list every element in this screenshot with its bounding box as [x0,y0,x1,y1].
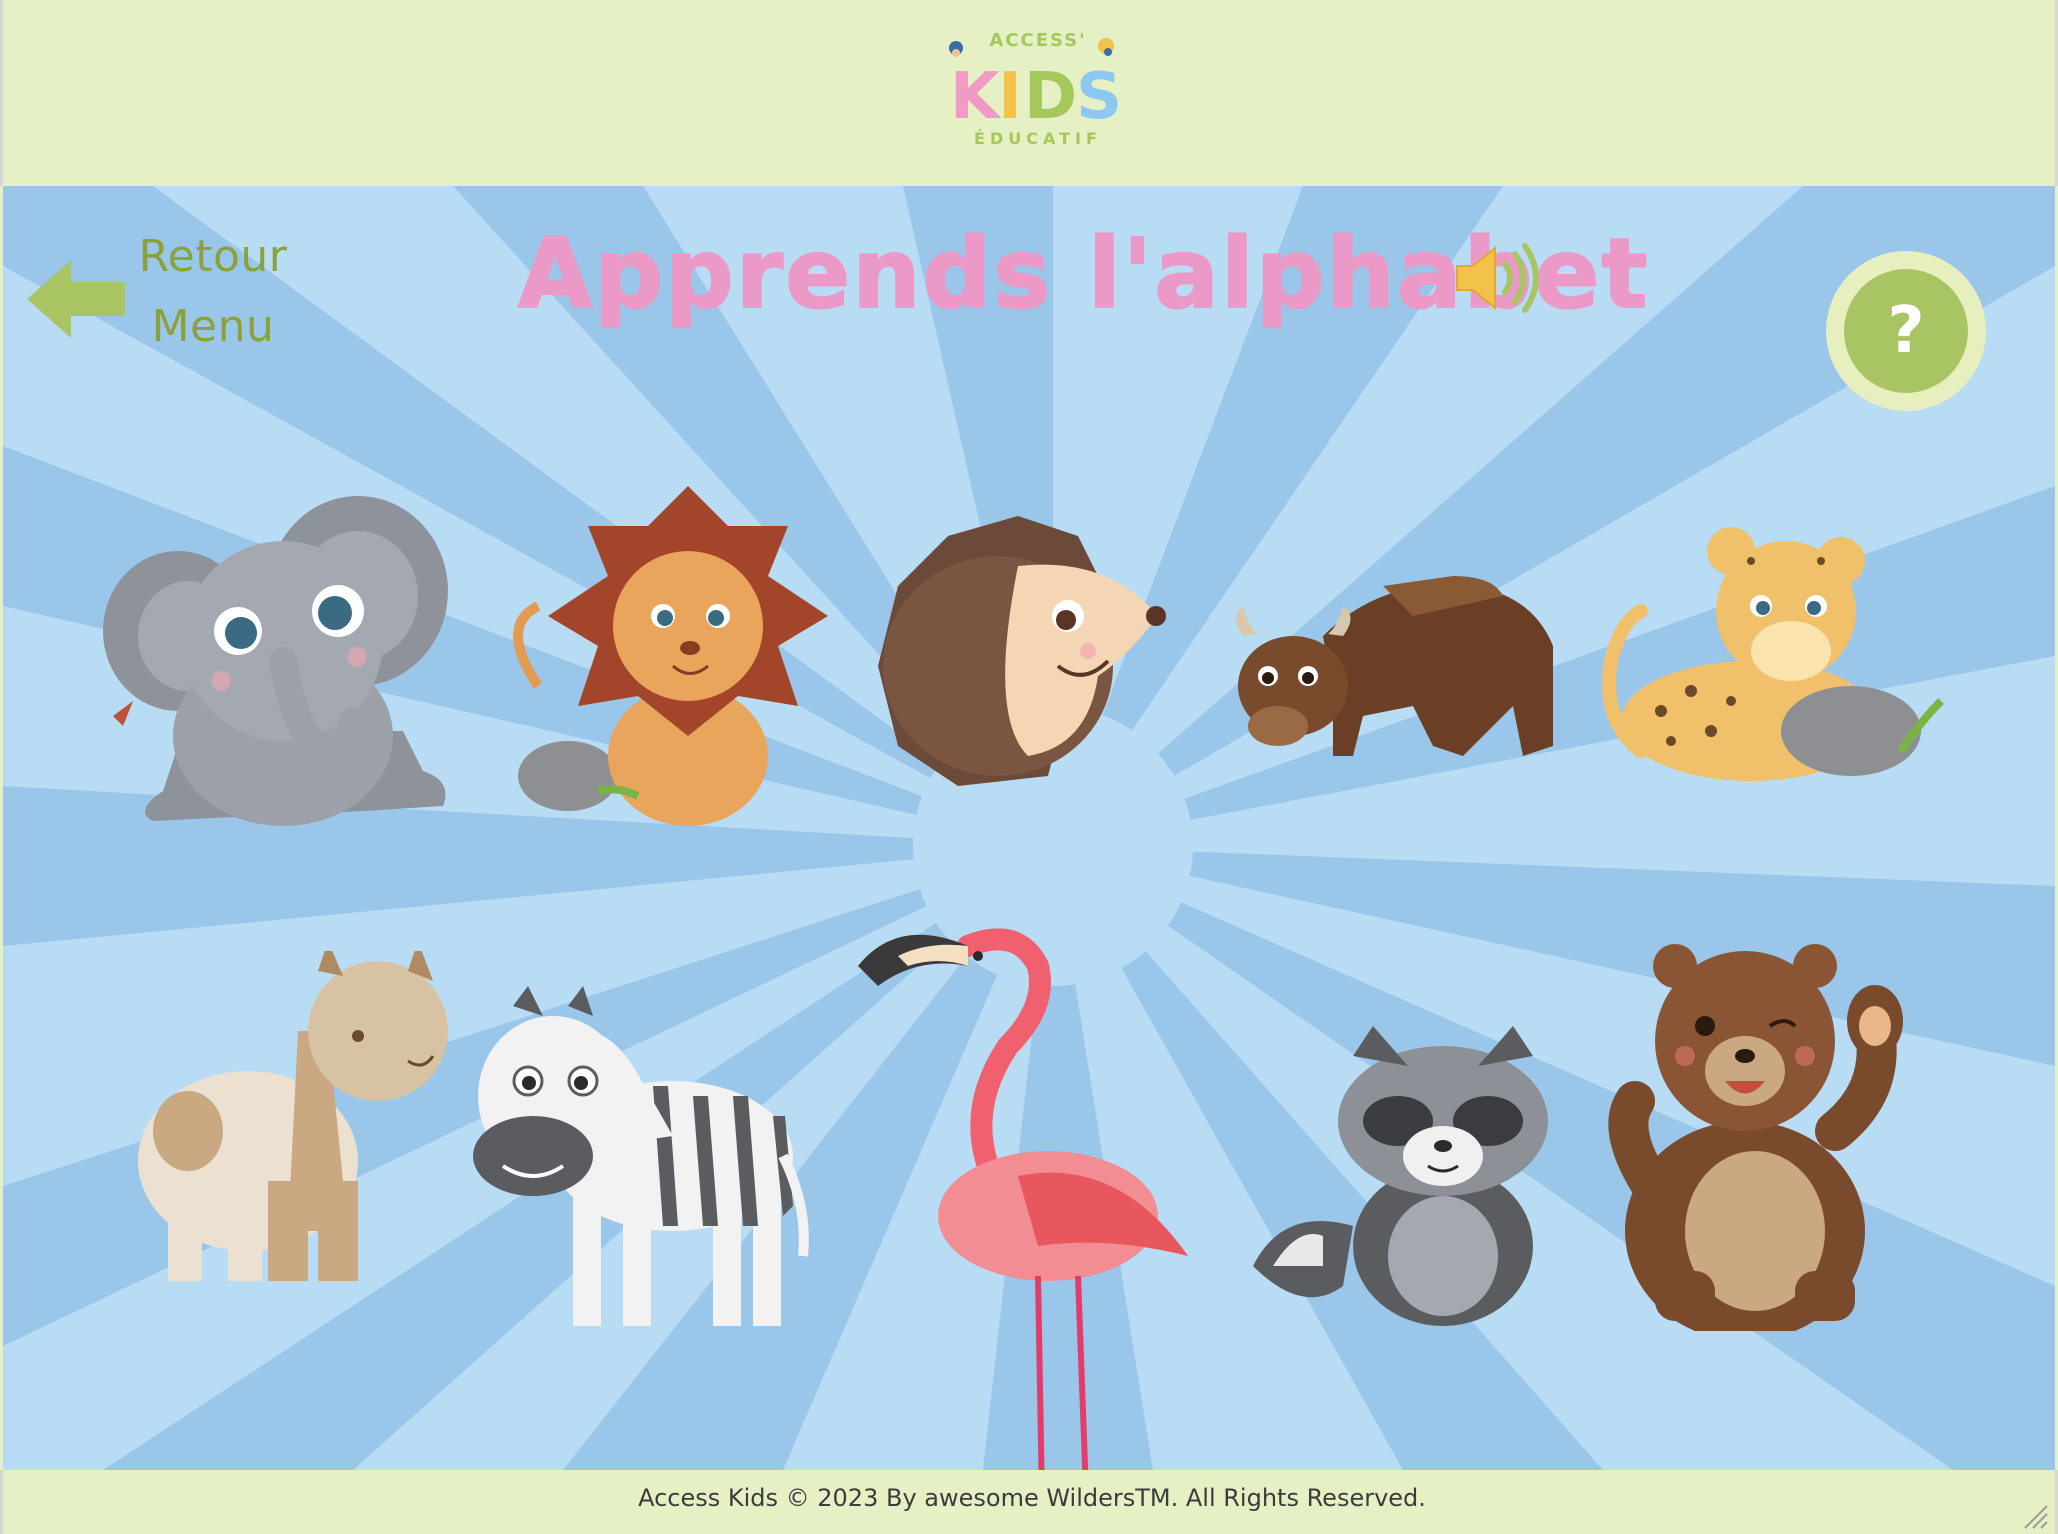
alphabet-stage: Retour Menu Apprends l'alphabet ? [3,186,2055,1470]
svg-text:D: D [1024,60,1077,134]
back-to-menu-label: Retour Menu [138,231,288,352]
svg-text:S: S [1076,60,1122,134]
lion-card[interactable] [498,486,838,826]
logo-bottom-text: ÉDUCATIF [974,129,1102,148]
leopard-card[interactable] [1601,521,1951,781]
left-arrow-icon [27,260,125,338]
resize-grip-icon[interactable] [2021,1502,2049,1530]
elephant-card[interactable] [103,481,463,831]
header: ACCESS' K I D S ÉDUCATIF [0,0,2058,186]
svg-text:K: K [950,60,1002,134]
flamingo-card[interactable] [858,926,1208,1470]
raccoon-card[interactable] [1243,1026,1553,1326]
yak-card[interactable] [1233,556,1563,776]
hedgehog-card[interactable] [868,516,1168,796]
speaker-icon[interactable] [1451,238,1541,318]
bear-card[interactable] [1595,931,1935,1331]
zebra-card[interactable] [473,986,813,1336]
back-to-menu-button[interactable]: Retour Menu [23,222,293,352]
logo-top-text: ACCESS' [989,30,1086,51]
copyright-text: Access Kids © 2023 By awesome WildersTM.… [638,1484,1426,1512]
access-kids-logo[interactable]: ACCESS' K I D S ÉDUCATIF [938,26,1138,156]
svg-text:I: I [998,60,1022,134]
footer: Access Kids © 2023 By awesome WildersTM.… [0,1470,2058,1534]
help-button[interactable]: ? [1826,251,1986,411]
question-icon: ? [1844,269,1968,393]
alpaca-card[interactable] [128,951,448,1291]
